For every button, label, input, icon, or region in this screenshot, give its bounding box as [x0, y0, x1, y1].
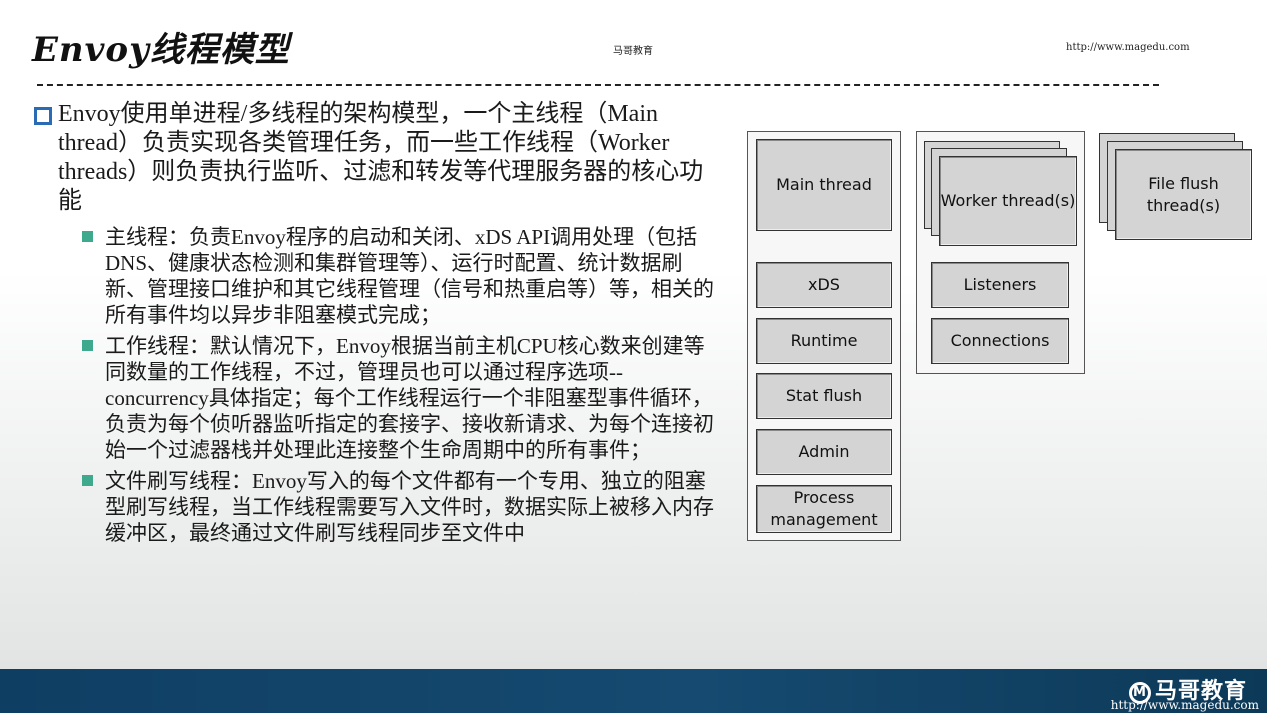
file-flush-thread-box: File flush thread(s) [1115, 149, 1252, 240]
sub-point-worker-thread: 工作线程：默认情况下，Envoy根据当前主机CPU核心数来创建等同数量的工作线程… [82, 333, 714, 463]
process-management-box: Process management [756, 485, 892, 533]
sub-point-text: 主线程：负责Envoy程序的启动和关闭、xDS API调用处理（包括DNS、健康… [105, 225, 714, 327]
admin-box: Admin [756, 429, 892, 475]
header-url: http://www.magedu.com [1066, 42, 1190, 53]
square-bullet-icon [82, 340, 93, 351]
main-point-text: Envoy使用单进程/多线程的架构模型，一个主线程（Main thread）负责… [58, 101, 704, 214]
hollow-square-bullet-icon [34, 107, 52, 125]
footer-bar: M 马哥教育 http://www.magedu.com [0, 669, 1267, 713]
square-bullet-icon [82, 231, 93, 242]
main-bullet-point: Envoy使用单进程/多线程的架构模型，一个主线程（Main thread）负责… [34, 100, 714, 216]
sub-point-list: 主线程：负责Envoy程序的启动和关闭、xDS API调用处理（包括DNS、健康… [34, 224, 714, 546]
header-brand-text: 马哥教育 [613, 46, 653, 57]
sub-point-text: 文件刷写线程：Envoy写入的每个文件都有一个专用、独立的阻塞型刷写线程，当工作… [105, 469, 714, 545]
xds-box: xDS [756, 262, 892, 308]
sub-point-main-thread: 主线程：负责Envoy程序的启动和关闭、xDS API调用处理（包括DNS、健康… [82, 224, 714, 328]
sub-point-text: 工作线程：默认情况下，Envoy根据当前主机CPU核心数来创建等同数量的工作线程… [105, 334, 714, 462]
worker-thread-box: Worker thread(s) [939, 156, 1077, 246]
page-title: Envoy线程模型 [32, 30, 290, 70]
sub-point-file-flush-thread: 文件刷写线程：Envoy写入的每个文件都有一个专用、独立的阻塞型刷写线程，当工作… [82, 468, 714, 546]
main-thread-box: Main thread [756, 139, 892, 231]
runtime-box: Runtime [756, 318, 892, 364]
text-content: Envoy使用单进程/多线程的架构模型，一个主线程（Main thread）负责… [34, 100, 714, 551]
footer-url: http://www.magedu.com [1110, 698, 1259, 712]
listeners-box: Listeners [931, 262, 1069, 308]
stat-flush-box: Stat flush [756, 373, 892, 419]
connections-box: Connections [931, 318, 1069, 364]
header-divider [37, 84, 1159, 86]
square-bullet-icon [82, 475, 93, 486]
